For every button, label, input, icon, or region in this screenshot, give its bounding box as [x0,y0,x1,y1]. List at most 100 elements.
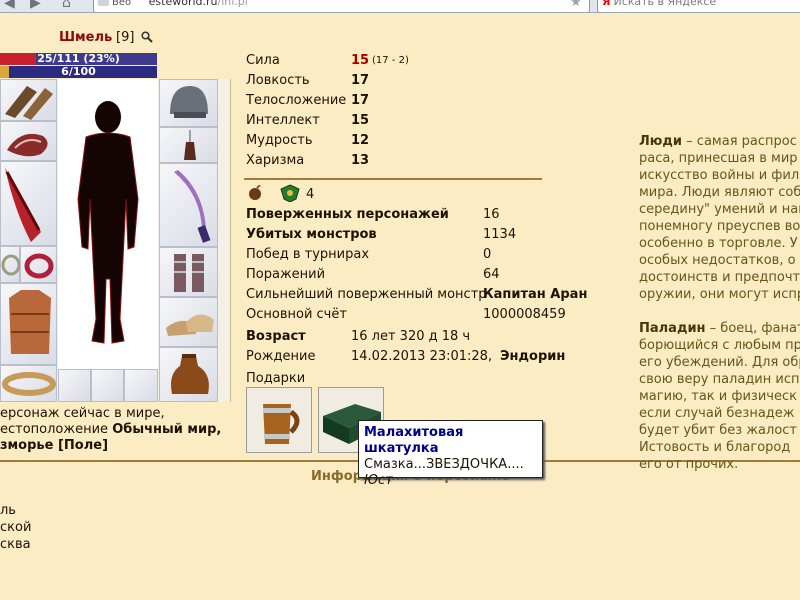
amulet-slot[interactable] [159,127,218,163]
record-value-tournament-wins: 0 [483,247,492,262]
bag-slot[interactable] [159,347,218,402]
axe-blade-icon [5,168,41,242]
location-line-3: зморье [Поле] [0,438,109,453]
empty-slot-2[interactable] [91,369,124,402]
character-name[interactable]: Шмель [59,30,112,45]
stat-label-dexterity: Ловкость [246,73,310,88]
yandex-logo-icon: Я [602,0,611,8]
info-line-3: сква [0,537,31,552]
class-text-8: его от прочих. [639,457,739,472]
url-domain: esteworld.ru [148,0,218,8]
red-ring-icon [24,253,54,279]
race-text-7: особых недостатков, о [639,253,796,268]
location-world: Обычный мир, [112,422,222,437]
race-text-8: достоинств и предпочте [639,270,800,285]
helmet-slot[interactable] [159,79,218,127]
record-label-defeats: Поражений [246,267,326,282]
search-input[interactable]: Я Искать в Яндексе [597,0,800,12]
gift-tooltip: Малахитовая шкатулка Смазка...ЗВЕЗДОЧКА.… [358,420,543,488]
class-text-1: борющийся с любым пр [639,338,800,353]
gauntlet-icon [7,133,48,157]
hands-slot[interactable] [0,121,57,161]
gloves-slot[interactable] [0,79,57,121]
class-text-6: будет убит без жалост [639,423,797,438]
search-placeholder: Искать в Яндексе [613,0,717,8]
forward-arrow-icon[interactable]: ▶ [30,0,41,11]
weapon-right-slot[interactable] [159,163,218,247]
class-name: Паладин [639,321,706,336]
age-value: 16 лет 320 д 18 ч [351,329,471,344]
chainmail-armor-icon [9,290,51,354]
class-text-5: если случай безнадеж [639,406,795,421]
stat-label-intellect: Интеллект [246,113,320,128]
shoes-slot[interactable] [159,297,218,347]
record-label-killed-monsters: Убитых монстров [246,227,377,242]
health-bar: 25/111 (23%) [0,53,157,65]
belt-slot[interactable] [0,365,57,402]
info-line-1: ль [0,503,16,518]
bag-icon [171,354,209,394]
class-text-4: магию, так и физическ [639,389,797,404]
ring-slot-1[interactable] [0,246,21,283]
body-silhouette-icon [77,101,139,344]
desc-class-line: Паладин – боец, фанат [639,320,800,337]
gift-slot-mug[interactable] [246,387,312,453]
race-text-5: понемногу преуспев во [639,219,800,234]
class-text-0: – боец, фанат [705,321,800,336]
ring-icon [1,254,21,276]
class-text-7: Истовость и благород [639,440,791,455]
age-label: Возраст [246,329,306,344]
greaves-icon [174,254,204,292]
stat-label-strength: Сила [246,53,280,68]
gifts-label: Подарки [246,371,306,386]
site-info-icon[interactable] [98,0,109,6]
stat-extra-strength: (17 - 2) [372,55,409,66]
location-line-1: ерсонаж сейчас в мире, [0,406,165,421]
record-value-killed-monsters: 1134 [483,227,517,242]
clan-emblem-icon[interactable] [280,184,300,202]
birth-place[interactable]: Эндорин [500,349,565,364]
tooltip-text: Смазка...ЗВЕЗДОЧКА.... [364,457,524,472]
birth-label: Рождение [246,349,316,364]
record-label-killed-chars: Поверженных персонажей [246,207,449,222]
info-line-2: ской [0,520,32,535]
location-line-2: естоположение Обычный мир, [0,422,221,437]
tooltip-title: Малахитовая шкатулка [364,425,464,456]
race-class-description: Люди – самая распрос раса, принесшая в м… [639,133,800,473]
record-label-main-account: Основной счёт [246,307,347,322]
boots-slot[interactable] [159,247,218,297]
curved-sword-icon [174,170,211,243]
record-value-killed-chars: 16 [483,207,500,222]
stat-value-wisdom: 12 [351,133,370,148]
equipment-panel [0,79,231,402]
back-tab-label: Beo [112,0,132,8]
armor-slot[interactable] [0,283,57,365]
stat-value-strength: 15 [351,53,370,68]
inspect-magnifier-icon[interactable] [141,31,153,43]
race-text-9: оружии, они могут испр [639,287,800,302]
stat-value-intellect: 15 [351,113,370,128]
helmet-icon [170,86,208,118]
weapon-left-slot[interactable] [0,161,57,246]
belt-icon [2,372,56,396]
empty-slot-3[interactable] [124,369,158,402]
stat-value-charisma: 13 [351,153,370,168]
desc-gap [639,303,800,320]
record-value-main-account: 1000008459 [483,307,566,322]
stats-divider [244,178,542,180]
address-bar[interactable]: Beo esteworld.ru/inf.pl [93,0,590,12]
ring-slot-2[interactable] [20,246,57,283]
race-text-6: особенно в торговле. У [639,236,798,251]
home-icon[interactable]: ⌂ [62,0,71,11]
bomb-badge-icon[interactable] [247,185,263,201]
empty-slot-1[interactable] [58,369,91,402]
browser-toolbar: ◀ ▶ ⌂ Beo esteworld.ru/inf.pl ★ Я Искать … [0,0,800,13]
bookmark-star-icon[interactable]: ★ [570,0,582,10]
back-arrow-icon[interactable]: ◀ [4,0,15,11]
race-text-4: середину" умений и нав [639,202,800,217]
stat-value-constitution: 17 [351,93,370,108]
class-text-3: свою веру паладин исп [639,372,800,387]
race-name: Люди [639,134,683,149]
record-value-strongest-monster: Капитан Аран [483,287,588,302]
stat-label-wisdom: Мудрость [246,133,313,148]
